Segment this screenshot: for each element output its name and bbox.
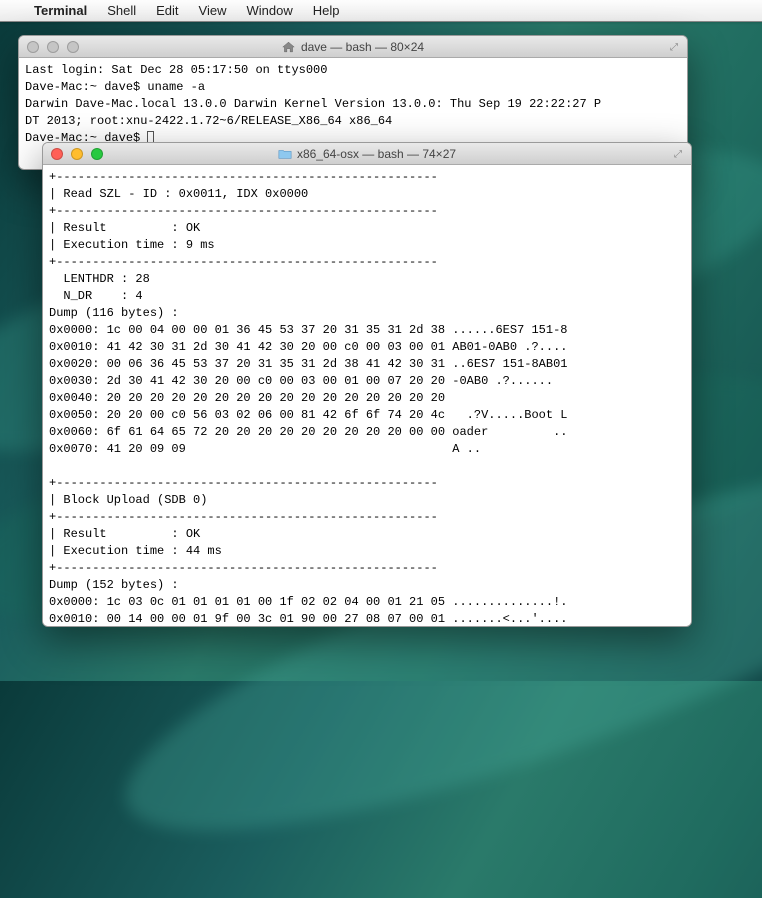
menu-edit[interactable]: Edit bbox=[146, 3, 188, 18]
titlebar-back[interactable]: dave — bash — 80×24 ⤢ bbox=[19, 36, 687, 58]
window-title: dave — bash — 80×24 bbox=[301, 40, 424, 54]
terminal-content-back[interactable]: Last login: Sat Dec 28 05:17:50 on ttys0… bbox=[19, 58, 687, 151]
folder-icon bbox=[278, 148, 292, 160]
close-button[interactable] bbox=[27, 41, 39, 53]
terminal-window-front[interactable]: x86_64-osx — bash — 74×27 ⤢ +-----------… bbox=[42, 142, 692, 627]
menu-view[interactable]: View bbox=[189, 3, 237, 18]
zoom-button[interactable] bbox=[91, 148, 103, 160]
expand-icon[interactable]: ⤢ bbox=[667, 40, 681, 54]
minimize-button[interactable] bbox=[71, 148, 83, 160]
minimize-button[interactable] bbox=[47, 41, 59, 53]
terminal-content-front[interactable]: +---------------------------------------… bbox=[43, 165, 691, 627]
menu-app[interactable]: Terminal bbox=[24, 3, 97, 18]
window-title: x86_64-osx — bash — 74×27 bbox=[297, 147, 456, 161]
expand-icon[interactable]: ⤢ bbox=[671, 147, 685, 161]
menu-window[interactable]: Window bbox=[237, 3, 303, 18]
menu-help[interactable]: Help bbox=[303, 3, 350, 18]
titlebar-front[interactable]: x86_64-osx — bash — 74×27 ⤢ bbox=[43, 143, 691, 165]
menubar: Terminal Shell Edit View Window Help bbox=[0, 0, 762, 22]
close-button[interactable] bbox=[51, 148, 63, 160]
zoom-button[interactable] bbox=[67, 41, 79, 53]
menu-shell[interactable]: Shell bbox=[97, 3, 146, 18]
home-icon bbox=[282, 41, 296, 53]
